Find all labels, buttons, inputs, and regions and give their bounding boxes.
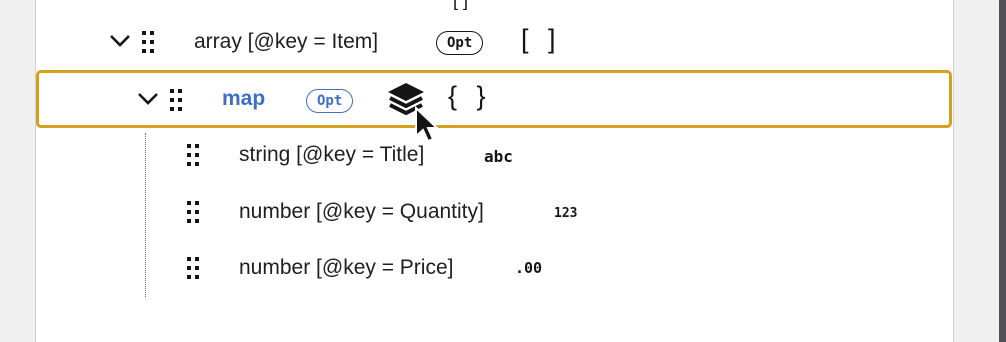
left-gutter [0, 0, 36, 342]
tree-row-number-price[interactable]: number [@key = Price] .00 [36, 241, 952, 293]
tree-row-string[interactable]: string [@key = Title] abc [36, 128, 952, 180]
optional-badge: Opt [436, 31, 484, 55]
field-label: array [@key = Item] [194, 30, 379, 53]
decimal-type-glyph: .00 [515, 259, 543, 277]
string-type-glyph: abc [484, 147, 513, 166]
array-type-glyph: [ ] [521, 24, 562, 54]
tree-row-map-selected[interactable]: map Opt { } [36, 70, 952, 128]
field-label: string [@key = Title] [239, 143, 425, 166]
grip-icon[interactable] [187, 201, 201, 223]
optional-badge: Opt [306, 89, 354, 113]
tree-row-array[interactable]: array [@key = Item] Opt [ ] [36, 16, 952, 68]
chevron-down-icon[interactable] [136, 87, 160, 111]
field-label: number [@key = Price] [239, 256, 454, 279]
grip-icon[interactable] [142, 31, 156, 53]
grip-icon[interactable] [170, 89, 184, 111]
scrollbar[interactable] [999, 0, 1006, 342]
chevron-down-icon[interactable] [108, 29, 132, 53]
parent-type-glyph: [ ] [453, 0, 469, 10]
grip-icon[interactable] [187, 257, 201, 279]
field-label: map [222, 87, 266, 110]
tree-row-number-quantity[interactable]: number [@key = Quantity] 123 [36, 185, 952, 237]
map-type-glyph: { } [448, 81, 492, 111]
number-type-glyph: 123 [554, 206, 578, 221]
field-label: number [@key = Quantity] [239, 200, 484, 223]
grip-icon[interactable] [187, 144, 201, 166]
